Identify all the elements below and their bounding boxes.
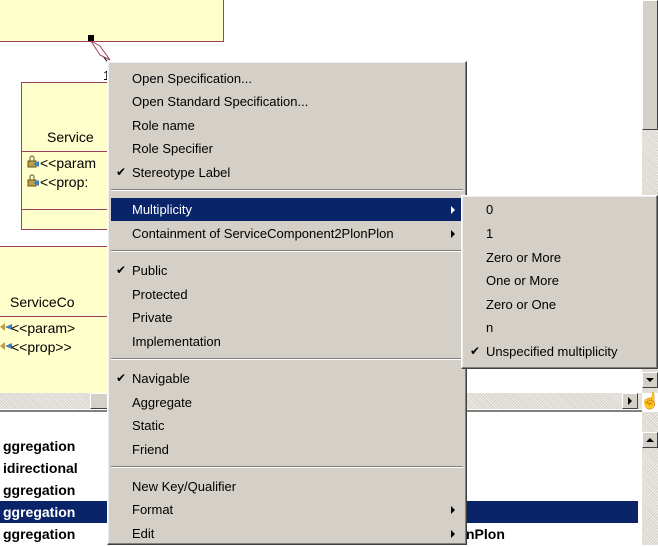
menu-item-stereotype-label[interactable]: ✔ Stereotype Label (111, 161, 463, 184)
submenu-arrow-icon (451, 530, 455, 538)
menu-item-open-standard-specification[interactable]: Open Standard Specification... (111, 90, 463, 113)
scroll-up-button[interactable] (642, 432, 658, 448)
menu-item-static[interactable]: Static (111, 414, 463, 437)
submenu-item-zero-or-one[interactable]: Zero or One (465, 293, 654, 316)
list-vertical-scrollbar[interactable] (642, 412, 658, 545)
menu-item-friend[interactable]: Friend (111, 438, 463, 461)
checkmark-icon: ✔ (116, 165, 127, 179)
submenu-item-zero-or-more[interactable]: Zero or More (465, 246, 654, 269)
class-name: ServiceCo (10, 294, 75, 310)
menu-item-implementation[interactable]: Implementation (111, 330, 463, 353)
attribute-prop: <<prop: (40, 174, 89, 190)
menu-item-protected[interactable]: Protected (111, 283, 463, 306)
scroll-right-button[interactable] (622, 393, 638, 409)
chevron-up-icon (646, 438, 654, 442)
attribute-param: <<param> (11, 320, 76, 336)
menu-item-multiplicity[interactable]: Multiplicity (111, 198, 463, 221)
submenu-item-1[interactable]: 1 (465, 222, 654, 245)
menu-item-format[interactable]: Format (111, 498, 463, 521)
submenu-item-n[interactable]: n (465, 316, 654, 339)
submenu-arrow-icon (451, 206, 455, 214)
chevron-down-icon (646, 378, 654, 382)
attribute-param: <<param (40, 155, 97, 171)
chevron-right-icon (628, 397, 632, 405)
checkmark-icon: ✔ (116, 263, 127, 277)
attribute-prop: <<prop>> (11, 339, 72, 355)
class-name: Service (47, 129, 94, 145)
context-menu: Open Specification... Open Standard Spec… (107, 61, 467, 545)
menu-item-navigable[interactable]: ✔ Navigable (111, 367, 463, 390)
menu-item-public[interactable]: ✔ Public (111, 259, 463, 282)
checkmark-icon: ✔ (116, 371, 127, 385)
submenu-arrow-icon (451, 506, 455, 514)
menu-item-open-specification[interactable]: Open Specification... (111, 67, 463, 90)
multiplicity-submenu: 0 1 Zero or More One or More Zero or One… (461, 195, 658, 369)
menu-item-edit[interactable]: Edit (111, 522, 463, 545)
submenu-item-unspecified-multiplicity[interactable]: ✔ Unspecified multiplicity (465, 340, 654, 363)
submenu-item-one-or-more[interactable]: One or More (465, 269, 654, 292)
scroll-down-button[interactable] (642, 372, 658, 388)
submenu-item-0[interactable]: 0 (465, 198, 654, 221)
lock-icon (26, 174, 40, 188)
scrollbar-thumb[interactable] (642, 0, 658, 130)
menu-item-new-key-qualifier[interactable]: New Key/Qualifier (111, 475, 463, 498)
lock-icon (26, 155, 40, 169)
checkmark-icon: ✔ (470, 344, 481, 358)
menu-item-role-specifier[interactable]: Role Specifier (111, 137, 463, 160)
menu-item-role-name[interactable]: Role name (111, 114, 463, 137)
hand-cursor-icon: ☝ (640, 393, 658, 410)
submenu-arrow-icon (451, 230, 455, 238)
menu-item-aggregate[interactable]: Aggregate (111, 391, 463, 414)
menu-item-containment[interactable]: Containment of ServiceComponent2PlonPlon (111, 222, 463, 245)
menu-item-private[interactable]: Private (111, 306, 463, 329)
